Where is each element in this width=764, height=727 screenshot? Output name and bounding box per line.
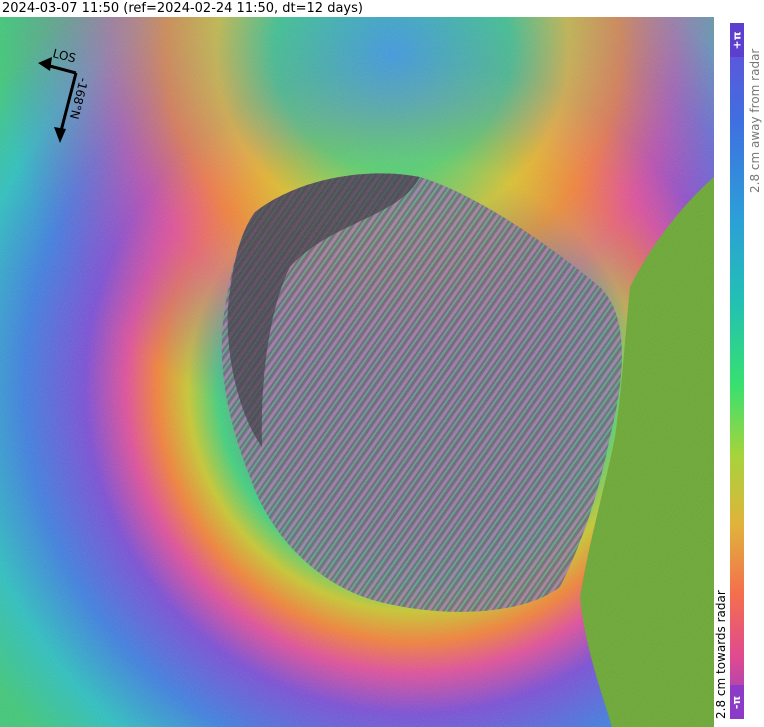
colorbar-bottom-label: -π [730, 695, 744, 709]
phase-colorbar: +π -π 2.8 cm away from radar 2.8 cm towa… [714, 17, 764, 727]
away-annotation: 2.8 cm away from radar [744, 23, 764, 323]
interferogram-image: LOS -168°N [0, 17, 714, 727]
towards-annotation: 2.8 cm towards radar [714, 317, 730, 719]
colorbar-gradient [730, 23, 744, 719]
away-label: 2.8 cm away from radar [748, 48, 762, 193]
colorbar-bottom-end: -π [730, 685, 744, 719]
interferogram-title: 2024-03-07 11:50 (ref=2024-02-24 11:50, … [2, 1, 363, 16]
towards-label: 2.8 cm towards radar [714, 590, 728, 719]
texture-noise [0, 17, 714, 727]
colorbar-top-label: +π [730, 31, 744, 49]
colorbar-top-end: +π [730, 23, 744, 57]
